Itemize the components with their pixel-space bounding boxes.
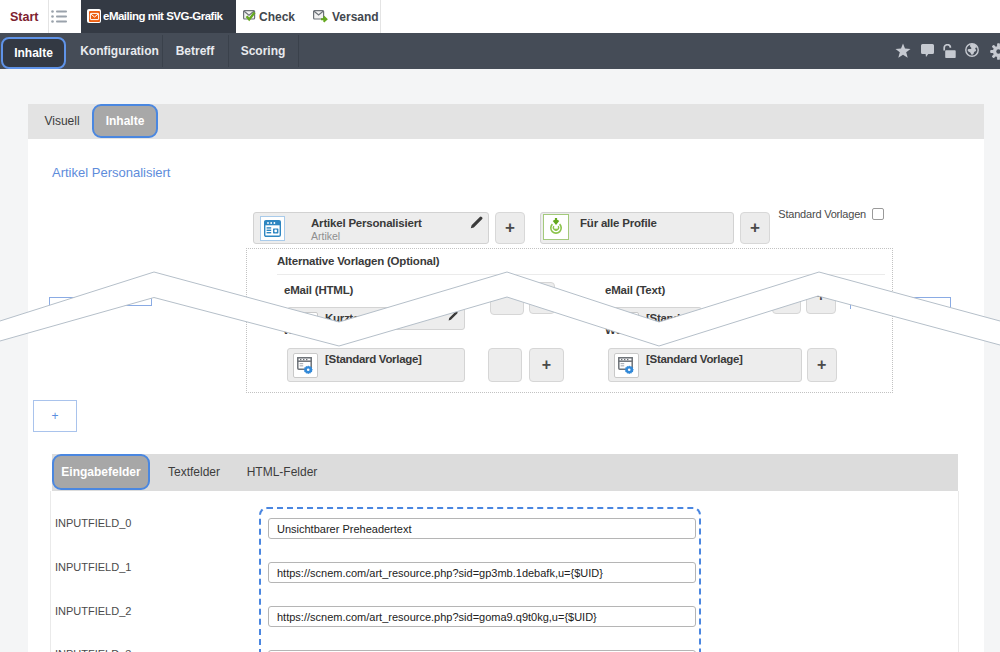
star-icon[interactable] (895, 43, 911, 59)
topbar-divider (48, 0, 49, 33)
standard-vorlagen-checkbox[interactable] (872, 208, 884, 220)
comment-icon[interactable] (921, 44, 934, 58)
profile-card[interactable]: Für alle Profile (540, 212, 734, 244)
alternative-vorlagen-title: Alternative Vorlagen (Optional) (277, 255, 439, 267)
edit-pencil-icon[interactable] (448, 311, 458, 321)
article-card-title: Artikel Personalisiert (311, 217, 422, 229)
edit-pencil-icon[interactable] (470, 216, 483, 229)
slot-box[interactable] (772, 288, 801, 314)
ribbon-item-scoring[interactable]: Scoring (228, 33, 298, 69)
email-html-label: eMail (HTML) (284, 284, 353, 296)
drop-zone[interactable] (850, 297, 951, 309)
app-window: Start eMailing mit SVG-Grafik (0, 0, 1000, 652)
ribbon-item-konfiguration[interactable]: Konfiguration (77, 33, 162, 69)
drop-zone[interactable] (49, 297, 152, 306)
tab-visuell[interactable]: Visuell (28, 104, 96, 139)
slot-title: [Standard Vorlage] (646, 353, 743, 365)
ribbon-item-betreff[interactable]: Betreff (162, 33, 228, 69)
article-card-subtitle: Artikel (311, 230, 340, 242)
field-label: INPUTFIELD_3 (55, 648, 131, 652)
slot-box[interactable] (488, 348, 522, 382)
fields-tab-bar: Textfelder HTML-Felder (52, 454, 958, 491)
divider (277, 274, 885, 275)
add-section-button[interactable]: + (33, 400, 77, 432)
email-icon (87, 9, 101, 23)
profile-target-icon (543, 214, 569, 240)
ribbon-divider (298, 35, 299, 67)
add-slot-button[interactable]: + (807, 348, 837, 382)
article-template-card[interactable]: Artikel Personalisiert Artikel (253, 212, 489, 244)
webview-text-label: Webview (Text) (605, 324, 685, 336)
start-menu[interactable]: Start (10, 10, 38, 24)
panel-border (50, 491, 51, 652)
template-icon (614, 353, 639, 378)
add-profile-button[interactable]: + (740, 212, 770, 244)
send-icon (313, 10, 329, 23)
tab-textfelder[interactable]: Textfelder (160, 454, 228, 491)
template-icon (293, 353, 318, 378)
add-slot-button[interactable]: + (529, 348, 564, 382)
article-icon (260, 216, 285, 241)
email-text-label: eMail (Text) (605, 284, 665, 296)
tab-check[interactable]: Check (236, 0, 303, 33)
unlock-icon[interactable] (942, 44, 957, 58)
template-slot-card[interactable]: [Standard Vorlage] (608, 348, 802, 382)
gear-icon[interactable] (990, 43, 1000, 60)
slot-title: [Standard Vorlage] (325, 353, 422, 365)
ribbon-bar: Inhalte Konfiguration Betreff Scoring (0, 33, 1000, 69)
check-label: Check (259, 10, 295, 24)
slot-title: [Standard Vorlage] (646, 312, 702, 324)
profile-card-title: Für alle Profile (580, 217, 657, 229)
add-slot-button[interactable]: + (529, 282, 555, 314)
inputfield-1[interactable] (268, 562, 696, 583)
check-icon (243, 10, 258, 23)
page-title: Artikel Personalisiert (52, 165, 171, 180)
webview-html-label: Webview (HTML) (283, 324, 372, 336)
topbar-divider (380, 0, 381, 33)
view-tab-bar: Visuell (28, 104, 984, 139)
inputfield-0[interactable] (268, 518, 696, 539)
tab-eingabefelder-active[interactable]: Eingabefelder (52, 454, 150, 490)
emailing-tab-title: eMailing mit SVG-Grafik (103, 10, 223, 22)
tab-html-felder[interactable]: HTML-Felder (240, 454, 324, 491)
field-label: INPUTFIELD_2 (55, 605, 131, 617)
add-article-button[interactable]: + (495, 212, 525, 244)
top-bar: Start eMailing mit SVG-Grafik (0, 0, 1000, 33)
tab-versand[interactable]: Versand (303, 0, 380, 33)
slot-title: Kurztext (325, 312, 369, 324)
inputfield-2[interactable] (268, 606, 696, 627)
field-label: INPUTFIELD_1 (55, 561, 131, 573)
tab-emailing-mit-svg-grafik[interactable]: eMailing mit SVG-Grafik (81, 0, 236, 33)
add-slot-button[interactable]: + (806, 278, 836, 314)
tab-inhalte-active[interactable]: Inhalte (92, 104, 158, 138)
field-label: INPUTFIELD_0 (55, 517, 131, 529)
list-icon[interactable] (51, 10, 68, 23)
template-slot-card[interactable]: [Standard Vorlage] (287, 348, 465, 382)
globe-icon[interactable] (965, 43, 979, 57)
standard-vorlagen-label: Standard Vorlagen (778, 208, 866, 220)
slot-box[interactable] (490, 282, 524, 315)
panel-border (958, 491, 959, 652)
versand-label: Versand (332, 10, 379, 24)
ribbon-item-inhalte[interactable]: Inhalte (1, 37, 66, 69)
